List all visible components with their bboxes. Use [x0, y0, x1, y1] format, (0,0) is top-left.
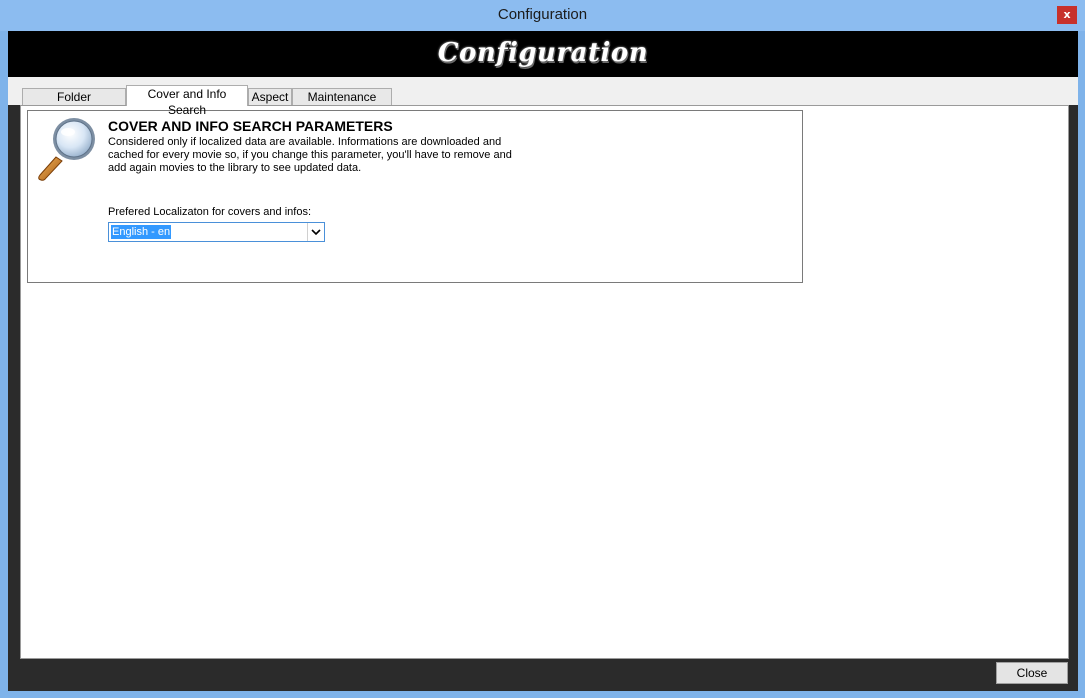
title-bar[interactable]: Configuration x: [0, 0, 1085, 31]
description-line: add again movies to the library to see u…: [108, 162, 362, 174]
configuration-window: Configuration x Configuration Folder Man…: [0, 0, 1085, 698]
tab-page-cover-and-info-search: COVER AND INFO SEARCH PARAMETERS Conside…: [20, 105, 1069, 659]
tab-folder-management[interactable]: Folder Management: [22, 88, 126, 120]
tab-strip: Folder Management Cover and Info Search …: [8, 77, 1078, 120]
localization-selected-value: English - en: [111, 225, 172, 239]
magnifier-icon: [38, 118, 95, 181]
window-title: Configuration: [497, 6, 588, 23]
tab-aspect[interactable]: Aspect: [248, 88, 292, 105]
section-description: Considered only if localized data are av…: [108, 136, 528, 175]
localization-dropdown[interactable]: English - en: [108, 222, 325, 242]
window-close-button[interactable]: x: [1057, 6, 1077, 24]
close-button[interactable]: Close: [996, 662, 1068, 684]
header-banner: Configuration: [8, 31, 1078, 77]
section-heading: COVER AND INFO SEARCH PARAMETERS: [108, 118, 393, 134]
client-area: Configuration Folder Management Cover an…: [8, 31, 1078, 691]
description-line: Considered only if localized data are av…: [108, 136, 502, 148]
banner-title: Configuration: [437, 38, 649, 68]
localization-label: Prefered Localizaton for covers and info…: [108, 206, 312, 218]
tab-cover-and-info-search[interactable]: Cover and Info Search: [126, 85, 248, 117]
tab-maintenance-tools[interactable]: Maintenance Tools: [292, 88, 392, 120]
search-parameters-group: COVER AND INFO SEARCH PARAMETERS Conside…: [27, 110, 803, 283]
footer-bar: Close: [8, 659, 1078, 691]
chevron-down-icon[interactable]: [307, 223, 324, 241]
description-line: cached for every movie so, if you change…: [108, 149, 512, 161]
